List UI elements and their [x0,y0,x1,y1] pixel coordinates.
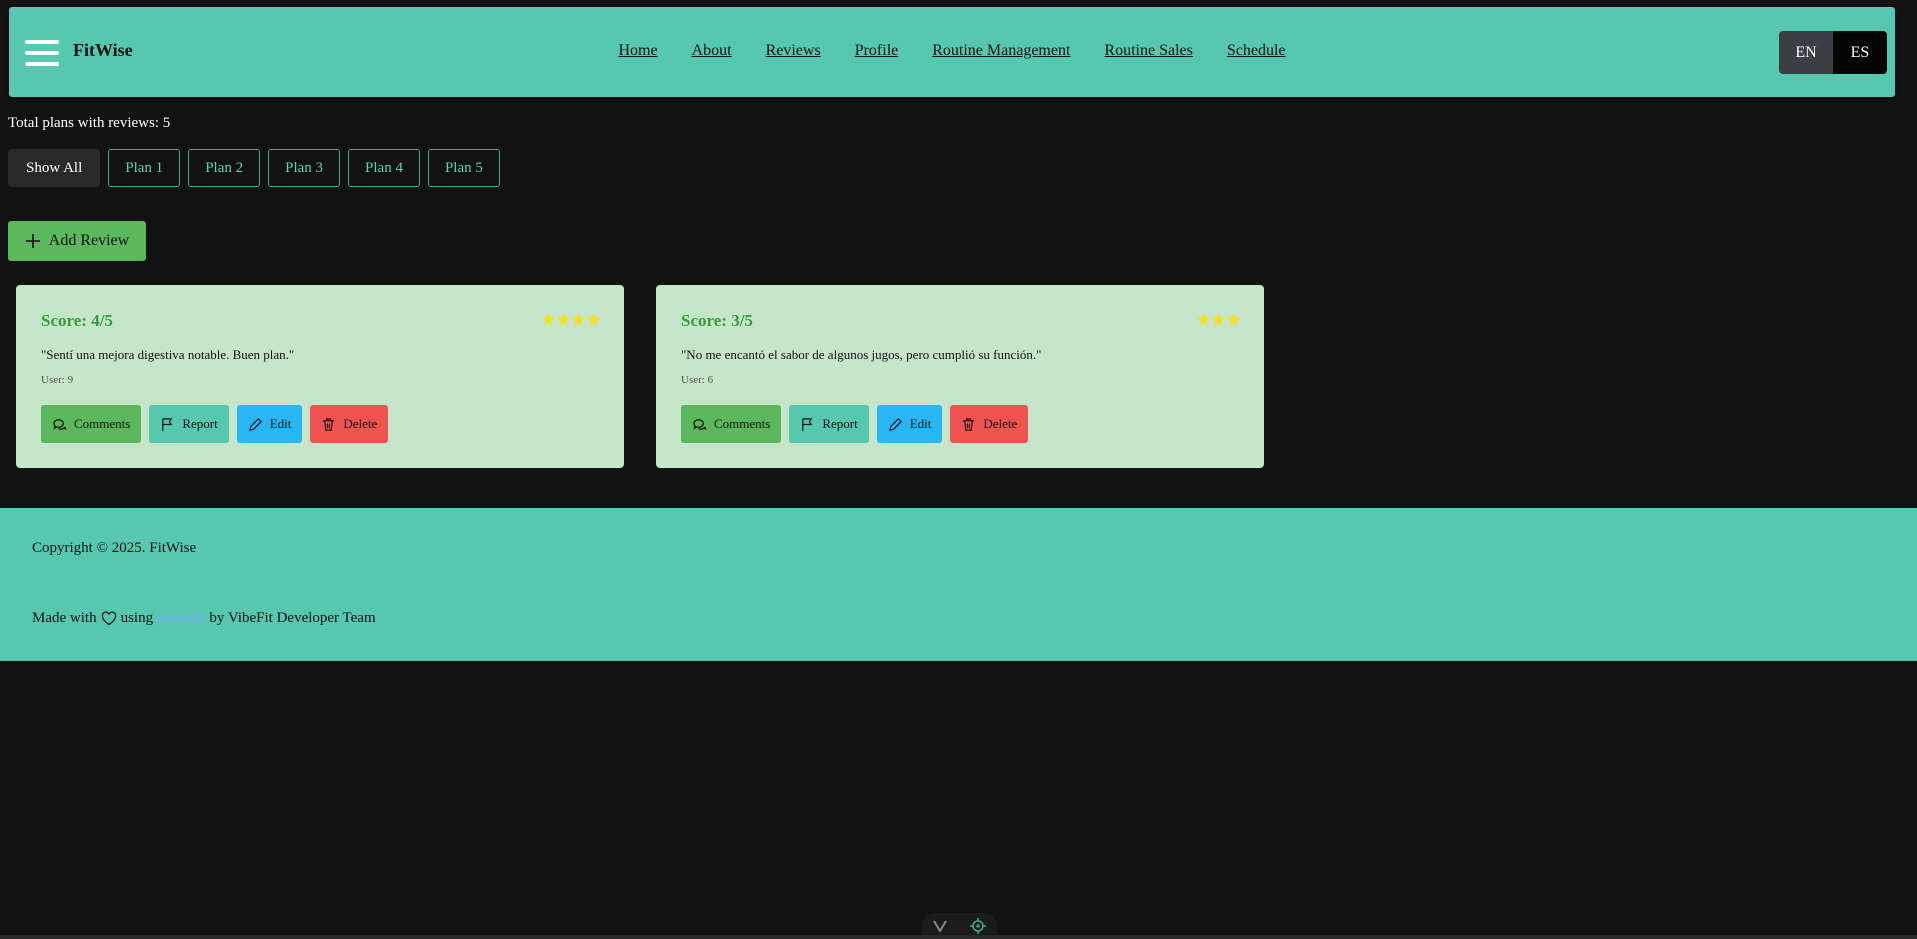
plan-filters: Show All Plan 1 Plan 2 Plan 3 Plan 4 Pla… [8,149,500,187]
review-actions: Comments Report Edit Delete [681,405,1029,443]
nav-about[interactable]: About [692,42,732,60]
star-icon: ★ [1194,310,1212,331]
nav-profile[interactable]: Profile [855,42,899,60]
nav-schedule[interactable]: Schedule [1227,42,1286,60]
nav-routine-sales[interactable]: Routine Sales [1104,42,1192,60]
nav-routine-management[interactable]: Routine Management [932,42,1070,60]
heart-icon [101,611,116,626]
add-review-button[interactable]: Add Review [8,221,146,261]
add-review-label: Add Review [48,232,130,249]
nav-reviews[interactable]: Reviews [766,42,821,60]
star-icon: ★ [539,310,557,331]
chevron-down-icon[interactable] [933,920,948,932]
lang-es-button[interactable]: ES [1833,31,1887,74]
comments-icon [693,418,707,430]
filter-plan-5[interactable]: Plan 5 [427,149,500,187]
edit-button[interactable]: Edit [876,405,943,443]
report-label: Report [822,416,858,431]
comments-button[interactable]: Comments [681,405,782,443]
made-with-line: Made with using ReactJS by VibeFit Devel… [32,610,376,627]
comments-icon [53,418,67,430]
filter-plan-1[interactable]: Plan 1 [108,149,181,187]
review-card: Score: 3/5 ★★★ "No me encantó el sabor d… [656,285,1264,468]
nav-home[interactable]: Home [618,42,657,60]
bottom-edge [0,935,1917,939]
star-icon: ★ [554,310,572,331]
trash-icon [323,417,335,431]
total-plans-text: Total plans with reviews: 5 [8,115,171,131]
edit-button[interactable]: Edit [236,405,303,443]
copyright-text: Copyright © 2025. FitWise [32,540,197,556]
filter-plan-2[interactable]: Plan 2 [188,149,261,187]
review-actions: Comments Report Edit Delete [41,405,389,443]
review-user: User: 9 [41,374,74,386]
report-label: Report [182,416,218,431]
star-icon: ★ [584,310,602,331]
star-icon: ★ [1209,310,1227,331]
edit-label: Edit [269,416,292,431]
review-score: Score: 4/5 [41,311,113,330]
filter-plan-3[interactable]: Plan 3 [268,149,341,187]
star-rating: ★★★★ [539,309,602,332]
report-button[interactable]: Report [149,405,229,443]
comments-label: Comments [74,416,131,431]
top-navbar: FitWise Home About Reviews Profile Routi… [9,7,1895,97]
review-score: Score: 3/5 [681,311,753,330]
edit-label: Edit [909,416,932,431]
review-text: "No me encantó el sabor de algunos jugos… [681,347,1042,362]
plus-icon [25,234,40,248]
crosshair-icon[interactable] [969,918,986,934]
filter-plan-4[interactable]: Plan 4 [348,149,420,187]
filter-show-all[interactable]: Show All [8,149,101,187]
lang-en-button[interactable]: EN [1779,31,1833,74]
comments-button[interactable]: Comments [41,405,142,443]
made-prefix: Made with [32,610,97,626]
review-card: Score: 4/5 ★★★★ "Sentí una mejora digest… [16,285,624,468]
pencil-icon [248,417,262,431]
delete-label: Delete [343,416,378,431]
footer: Copyright © 2025. FitWise Made with usin… [0,508,1917,661]
trash-icon [963,417,975,431]
comments-label: Comments [714,416,771,431]
star-rating: ★★★ [1194,309,1242,332]
delete-button[interactable]: Delete [950,405,1029,443]
main-nav: Home About Reviews Profile Routine Manag… [9,42,1895,60]
flag-icon [162,417,173,431]
made-using: using [120,610,154,626]
review-text: "Sentí una mejora digestiva notable. Bue… [41,347,295,362]
delete-label: Delete [983,416,1018,431]
report-button[interactable]: Report [789,405,869,443]
delete-button[interactable]: Delete [310,405,389,443]
star-icon: ★ [569,310,587,331]
reactjs-link[interactable]: ReactJS [157,610,205,627]
review-user: User: 6 [681,374,714,386]
made-suffix: by VibeFit Developer Team [209,610,376,626]
language-switcher: EN ES [1779,31,1887,74]
star-icon: ★ [1224,310,1242,331]
pencil-icon [888,417,902,431]
flag-icon [802,417,813,431]
